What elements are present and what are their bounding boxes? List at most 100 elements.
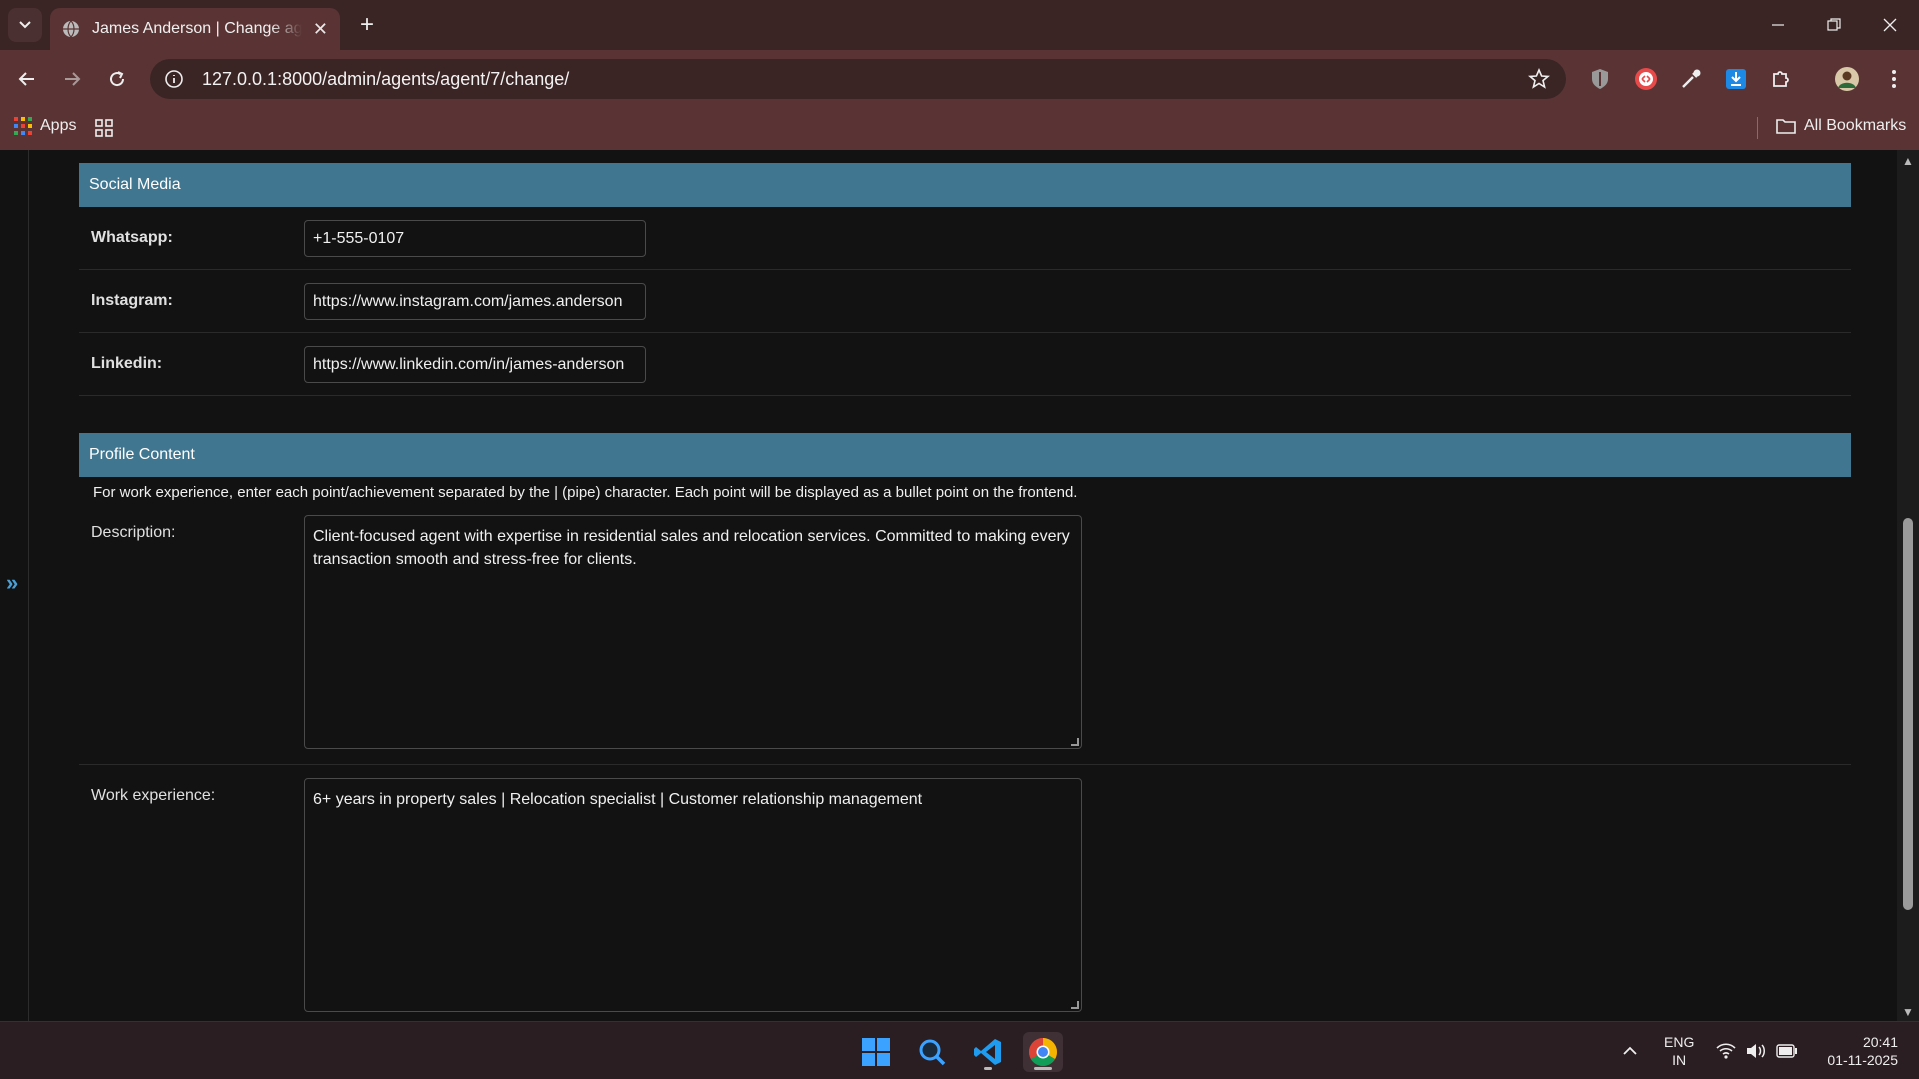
address-bar[interactable]: 127.0.0.1:8000/admin/agents/agent/7/chan…: [150, 59, 1566, 99]
extensions-button[interactable]: [1766, 64, 1796, 94]
devtools-extension-button[interactable]: [1631, 64, 1661, 94]
forward-button[interactable]: [57, 64, 87, 94]
form-row-instagram: Instagram: https://www.instagram.com/jam…: [79, 270, 1851, 333]
linkedin-input[interactable]: https://www.linkedin.com/in/james-anders…: [304, 346, 646, 383]
page-scrollbar[interactable]: ▲ ▼: [1897, 150, 1919, 1021]
shield-extension-button[interactable]: [1585, 64, 1615, 94]
close-window-button[interactable]: [1862, 0, 1918, 50]
scrollbar-thumb[interactable]: [1903, 518, 1913, 910]
description-text: Client-focused agent with expertise in r…: [313, 528, 1070, 568]
windows-start-icon: [862, 1038, 890, 1066]
running-indicator: [1034, 1067, 1052, 1070]
vscode-icon: [974, 1039, 1001, 1065]
reload-icon: [110, 71, 125, 87]
resize-handle[interactable]: [1071, 738, 1079, 746]
description-textarea[interactable]: Client-focused agent with expertise in r…: [304, 515, 1082, 749]
start-button[interactable]: [856, 1032, 896, 1072]
region-code: IN: [1672, 1052, 1687, 1068]
description-label: Description:: [91, 524, 176, 541]
globe-icon: [63, 20, 79, 38]
instagram-input[interactable]: https://www.instagram.com/james.anderson: [304, 283, 646, 320]
folder-icon: [1776, 119, 1796, 134]
url-text[interactable]: 127.0.0.1:8000/admin/agents/agent/7/chan…: [202, 69, 569, 90]
profile-button[interactable]: [1832, 64, 1862, 94]
windows-taskbar: ENG IN 20:41 01-11-2025: [0, 1021, 1919, 1079]
work-experience-text: 6+ years in property sales | Relocation …: [313, 791, 923, 808]
download-icon: [1726, 69, 1746, 89]
battery-icon: [1776, 1044, 1797, 1058]
clock-time: 20:41: [1862, 1034, 1898, 1050]
form-row-whatsapp: Whatsapp: +1-555-0107: [79, 207, 1851, 270]
puzzle-icon: [1773, 71, 1789, 87]
minimize-icon: [1772, 24, 1784, 26]
volume-icon: [1747, 1044, 1765, 1058]
browser-menu-button[interactable]: [1879, 64, 1909, 94]
admin-page: » Social Media Whatsapp: +1-555-0107 Ins…: [0, 150, 1919, 1021]
instagram-label: Instagram:: [91, 292, 173, 309]
apps-label: Apps: [40, 117, 77, 134]
work-experience-help-text: For work experience, enter each point/ac…: [93, 484, 1078, 501]
chevron-down-icon: [19, 21, 31, 29]
browser-toolbar: 127.0.0.1:8000/admin/agents/agent/7/chan…: [0, 50, 1919, 107]
close-icon: [1883, 18, 1897, 32]
running-indicator: [984, 1067, 992, 1070]
eyedropper-extension-button[interactable]: [1676, 64, 1706, 94]
back-icon: [18, 72, 34, 86]
search-button[interactable]: [912, 1032, 952, 1072]
download-extension-button[interactable]: [1721, 64, 1751, 94]
chrome-taskbar-button[interactable]: [1023, 1032, 1063, 1072]
new-tab-button[interactable]: +: [352, 10, 382, 40]
profile-content-header: Profile Content: [79, 433, 1851, 477]
volume-status[interactable]: [1746, 1022, 1766, 1079]
bookmark-star-icon[interactable]: [1528, 68, 1550, 90]
restore-icon: [1827, 18, 1841, 31]
apps-bookmark[interactable]: Apps: [14, 117, 76, 135]
wifi-icon: [1716, 1043, 1736, 1059]
collapsed-sidebar: »: [0, 150, 29, 1021]
form-row-work-experience: Work experience: 6+ years in property sa…: [79, 765, 1851, 1021]
whatsapp-label: Whatsapp:: [91, 229, 173, 246]
form-row-linkedin: Linkedin: https://www.linkedin.com/in/ja…: [79, 333, 1851, 396]
all-bookmarks-label: All Bookmarks: [1804, 117, 1907, 134]
show-hidden-icons-button[interactable]: [1622, 1022, 1638, 1079]
close-tab-icon[interactable]: ✕: [313, 19, 328, 40]
browser-tab-active[interactable]: James Anderson | Change agent ✕: [50, 8, 340, 50]
bookmarks-bar: Apps All Bookmarks: [0, 107, 1919, 150]
network-status[interactable]: [1716, 1022, 1736, 1079]
battery-status[interactable]: [1776, 1022, 1798, 1079]
work-experience-textarea[interactable]: 6+ years in property sales | Relocation …: [304, 778, 1082, 1012]
chevron-up-icon: [1623, 1046, 1637, 1055]
social-media-header: Social Media: [79, 163, 1851, 207]
scroll-down-arrow-icon[interactable]: ▼: [1902, 1005, 1914, 1019]
minimize-button[interactable]: [1750, 0, 1806, 50]
tab-title: James Anderson | Change agent: [92, 20, 302, 37]
back-button[interactable]: [12, 64, 42, 94]
sidebar-toggle-button[interactable]: »: [6, 570, 18, 596]
bookmarks-separator: [1757, 117, 1758, 139]
scroll-up-arrow-icon[interactable]: ▲: [1902, 154, 1914, 168]
forward-icon: [65, 72, 81, 86]
site-info-icon[interactable]: [164, 69, 184, 89]
work-experience-label: Work experience:: [91, 787, 216, 804]
menu-icon: [1892, 70, 1896, 88]
tab-search-button[interactable]: [8, 8, 42, 42]
clock-date: 01-11-2025: [1827, 1052, 1898, 1068]
whatsapp-input[interactable]: +1-555-0107: [304, 220, 646, 257]
tab-groups-button[interactable]: [95, 119, 113, 142]
vscode-taskbar-button[interactable]: [968, 1032, 1008, 1072]
grid-icon: [95, 119, 113, 137]
extension-icon: [1635, 68, 1657, 90]
system-clock[interactable]: 20:41 01-11-2025: [1812, 1033, 1898, 1069]
all-bookmarks-button[interactable]: All Bookmarks: [1776, 117, 1906, 135]
search-icon: [919, 1039, 946, 1066]
language-indicator[interactable]: ENG IN: [1664, 1033, 1694, 1069]
apps-icon: [14, 117, 32, 135]
reload-button[interactable]: [102, 64, 132, 94]
chrome-icon: [1029, 1038, 1057, 1066]
eyedropper-icon: [1682, 69, 1701, 88]
language-code: ENG: [1664, 1034, 1695, 1050]
restore-button[interactable]: [1806, 0, 1862, 50]
resize-handle[interactable]: [1071, 1001, 1079, 1009]
linkedin-label: Linkedin:: [91, 355, 163, 372]
shield-icon: [1592, 69, 1608, 89]
